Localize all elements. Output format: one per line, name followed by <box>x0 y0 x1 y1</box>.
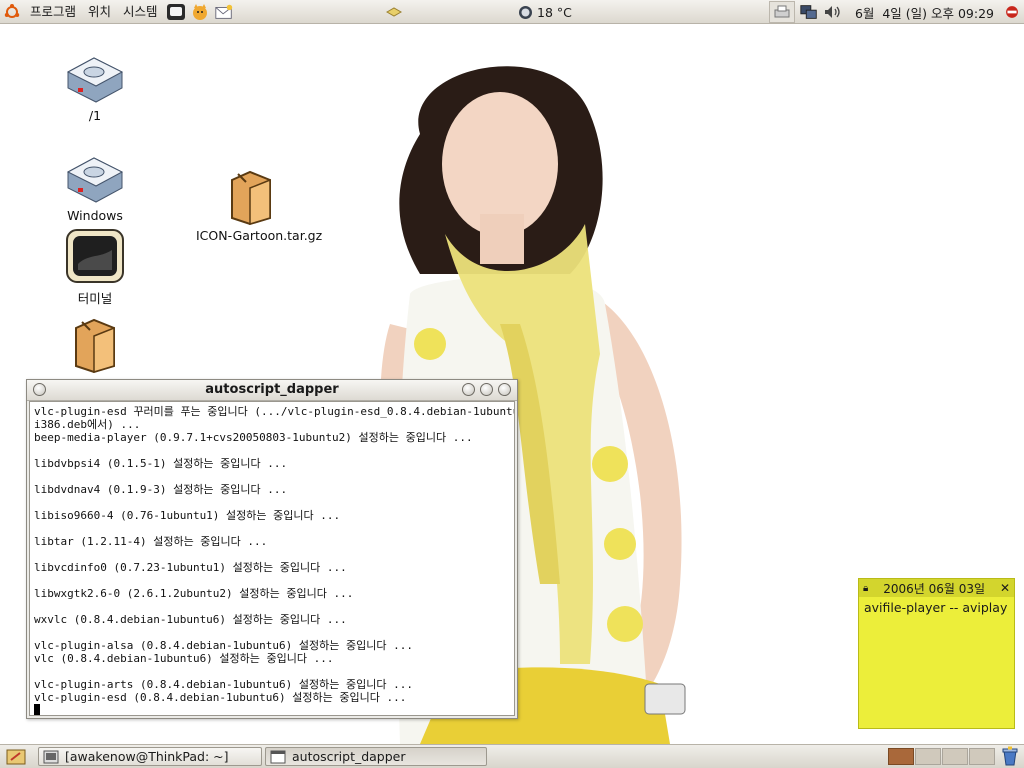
taskbar-button-autoscript[interactable]: autoscript_dapper <box>265 747 487 766</box>
network-icon[interactable] <box>799 2 819 22</box>
evolution-mail-launcher-icon[interactable] <box>214 2 234 22</box>
terminal-line: beep-media-player (0.9.7.1+cvs20050803-1… <box>34 431 473 444</box>
menu-applications[interactable]: 프로그램 <box>24 0 82 24</box>
terminal-icon <box>66 229 124 283</box>
desktop-icon-label: /1 <box>88 108 102 123</box>
show-desktop-icon[interactable] <box>6 747 26 767</box>
terminal-line: libdvdnav4 (0.1.9-3) 설정하는 중입니다 ... <box>34 483 288 496</box>
desktop-icon-gartoon-archive[interactable]: ICON-Gartoon.tar.gz <box>196 166 323 243</box>
notes-applet-icon[interactable] <box>384 2 404 22</box>
close-icon[interactable]: ✕ <box>1000 581 1010 595</box>
sticky-note-text[interactable]: avifile-player -- aviplay <box>859 597 1014 618</box>
harddisk-icon <box>66 157 124 203</box>
terminal-window[interactable]: autoscript_dapper vlc-plugin-esd 꾸러미를 푸는… <box>26 379 518 719</box>
workspace-3[interactable] <box>942 748 968 765</box>
clock[interactable]: 6월 4일 (일) 오후 09:29 <box>855 3 994 22</box>
volume-icon[interactable] <box>823 2 843 22</box>
top-panel: 프로그램 위치 시스템 18 °C 6월 4일 (일) 오후 09:29 <box>0 0 1024 24</box>
terminal-cursor <box>34 704 40 715</box>
terminal-line: vlc-plugin-alsa (0.8.4.debian-1ubuntu6) … <box>34 639 413 652</box>
terminal-output[interactable]: vlc-plugin-esd 꾸러미를 푸는 중입니다 (.../vlc-plu… <box>29 401 515 716</box>
sticky-note-date: 2006년 06월 03일 <box>883 581 986 596</box>
window-titlebar[interactable]: autoscript_dapper <box>27 380 517 401</box>
minimize-button[interactable] <box>462 383 475 396</box>
gaim-launcher-icon[interactable] <box>190 2 210 22</box>
ubuntu-logo-icon[interactable] <box>2 2 22 22</box>
night-moon-icon <box>518 5 533 20</box>
terminal-small-icon <box>43 750 59 764</box>
desktop-icon-terminal[interactable]: 터미널 <box>40 228 150 307</box>
weather-applet[interactable]: 18 °C <box>518 0 572 24</box>
terminal-line: i386.deb에서) ... <box>34 418 141 431</box>
desktop-icon-label: 터미널 <box>77 291 113 306</box>
desktop-icon-label: ICON-Gartoon.tar.gz <box>196 228 323 243</box>
workspace-1[interactable] <box>888 748 914 765</box>
terminal-launcher-icon[interactable] <box>166 2 186 22</box>
terminal-line: vlc-plugin-esd 꾸러미를 푸는 중입니다 (.../vlc-plu… <box>34 405 515 418</box>
trash-icon[interactable] <box>1000 746 1020 766</box>
terminal-line: libiso9660-4 (0.76-1ubuntu1) 설정하는 중입니다 .… <box>34 509 341 522</box>
maximize-button[interactable] <box>480 383 493 396</box>
window-small-icon <box>270 750 286 764</box>
desktop-icon-label: Windows <box>67 208 123 223</box>
bottom-panel: [awakenow@ThinkPad: ~] autoscript_dapper <box>0 744 1024 768</box>
terminal-line: vlc-plugin-arts (0.8.4.debian-1ubuntu6) … <box>34 678 413 691</box>
taskbar-label: autoscript_dapper <box>292 749 406 764</box>
terminal-line: libvcdinfo0 (0.7.23-1ubuntu1) 설정하는 중입니다 … <box>34 561 347 574</box>
terminal-line: vlc (0.8.4.debian-1ubuntu6) 설정하는 중입니다 ..… <box>34 652 334 665</box>
temperature-text: 18 °C <box>537 4 572 20</box>
sticky-note[interactable]: 🔒︎ 2006년 06월 03일 ✕ avifile-player -- avi… <box>858 578 1015 729</box>
logout-icon[interactable] <box>1002 2 1022 22</box>
taskbar-label: [awakenow@ThinkPad: ~] <box>65 749 229 764</box>
package-icon <box>75 318 115 374</box>
sticky-note-header[interactable]: 🔒︎ 2006년 06월 03일 ✕ <box>859 579 1014 597</box>
workspace-2[interactable] <box>915 748 941 765</box>
workspace-4[interactable] <box>969 748 995 765</box>
terminal-line: libtar (1.2.11-4) 설정하는 중입니다 ... <box>34 535 268 548</box>
desktop-icon-root-disk[interactable]: /1 <box>40 52 150 123</box>
menu-system[interactable]: 시스템 <box>117 0 164 24</box>
terminal-line: vlc-plugin-esd (0.8.4.debian-1ubuntu6) 설… <box>34 691 407 704</box>
printer-icon[interactable] <box>768 1 795 23</box>
desktop-icon-package[interactable] <box>40 314 150 376</box>
package-icon <box>231 170 271 226</box>
menu-places[interactable]: 위치 <box>82 0 117 24</box>
harddisk-icon <box>66 57 124 103</box>
desktop-icon-windows-disk[interactable]: Windows <box>40 152 150 223</box>
window-title: autoscript_dapper <box>205 382 339 397</box>
terminal-line: wxvlc (0.8.4.debian-1ubuntu6) 설정하는 중입니다 … <box>34 613 347 626</box>
taskbar-button-terminal[interactable]: [awakenow@ThinkPad: ~] <box>38 747 262 766</box>
close-button[interactable] <box>498 383 511 396</box>
terminal-line: libwxgtk2.6-0 (2.6.1.2ubuntu2) 설정하는 중입니다… <box>34 587 354 600</box>
lock-icon[interactable]: 🔒︎ <box>863 583 868 594</box>
terminal-line: libdvbpsi4 (0.1.5-1) 설정하는 중입니다 ... <box>34 457 288 470</box>
